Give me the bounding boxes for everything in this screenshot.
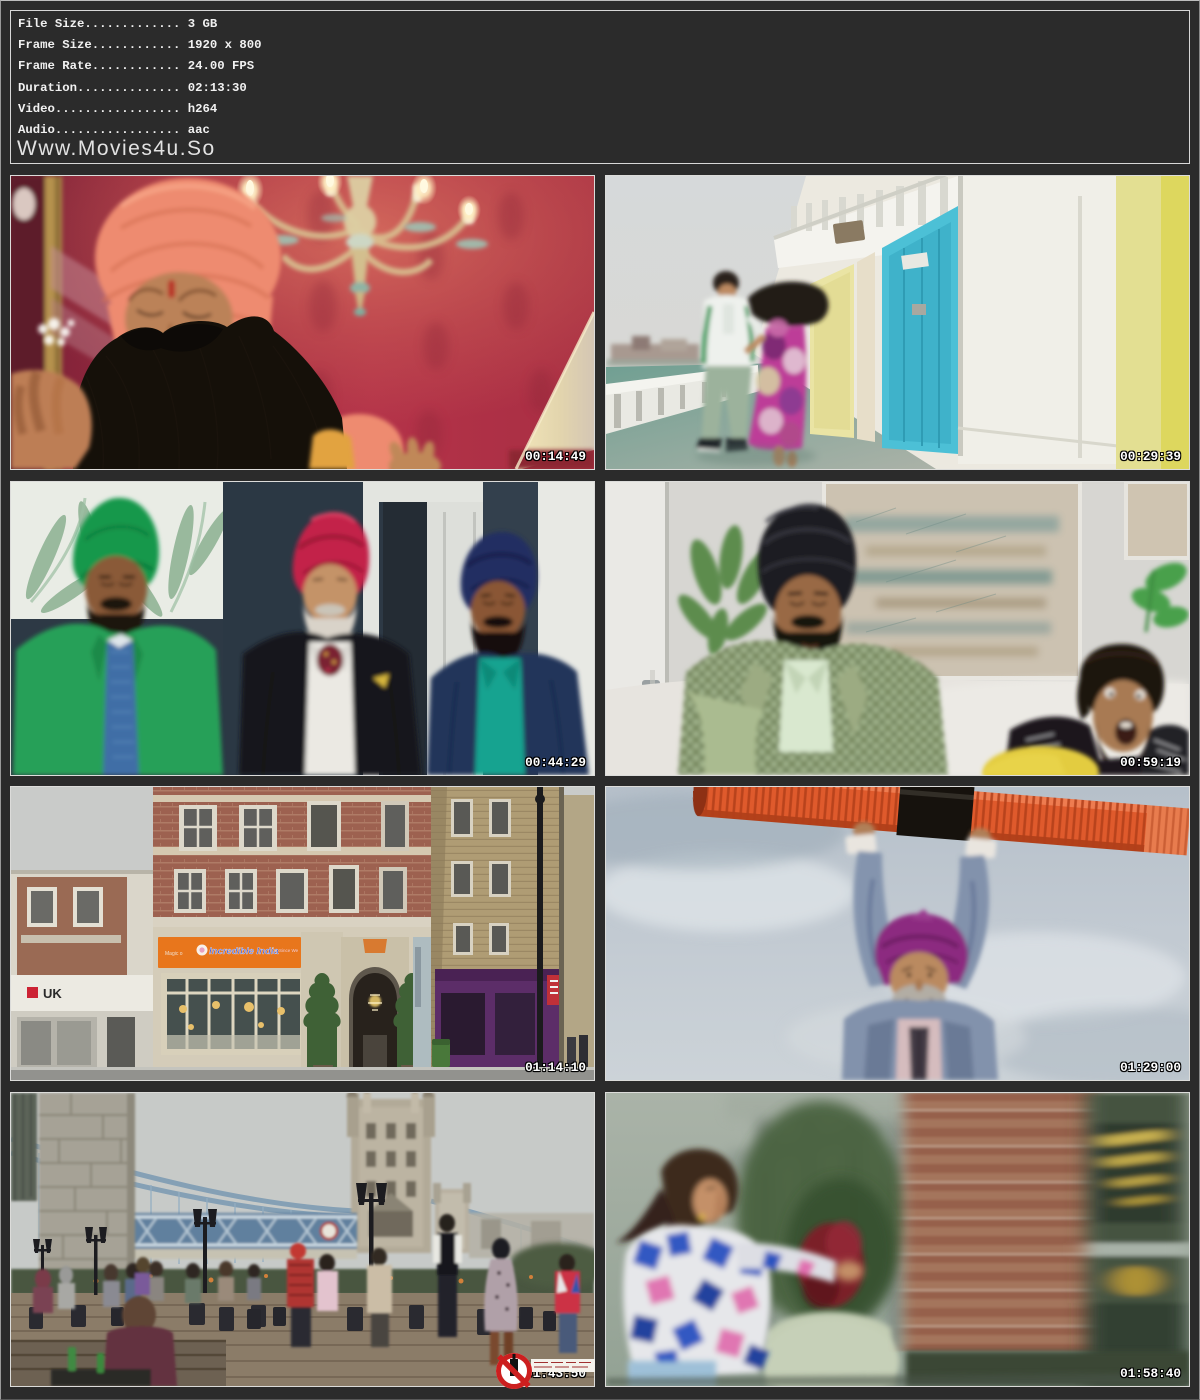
svg-text:UK: UK (43, 986, 62, 1001)
svg-text:Incredible India: Incredible India (209, 946, 279, 957)
svg-text:Since We: Since We (279, 948, 299, 953)
svg-text:Magic o: Magic o (165, 951, 183, 957)
